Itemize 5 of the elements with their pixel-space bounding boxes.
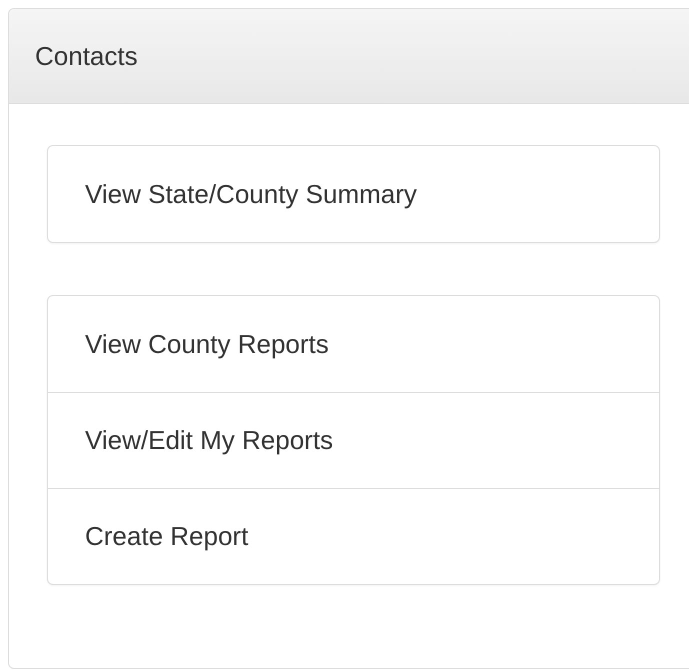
list-item-link[interactable]: View State/County Summary bbox=[48, 146, 659, 242]
panel-title: Contacts bbox=[35, 40, 138, 72]
list-item-link[interactable]: Create Report bbox=[48, 488, 659, 584]
list-item-link[interactable]: View/Edit My Reports bbox=[48, 392, 659, 488]
list-item-link[interactable]: View County Reports bbox=[48, 296, 659, 392]
